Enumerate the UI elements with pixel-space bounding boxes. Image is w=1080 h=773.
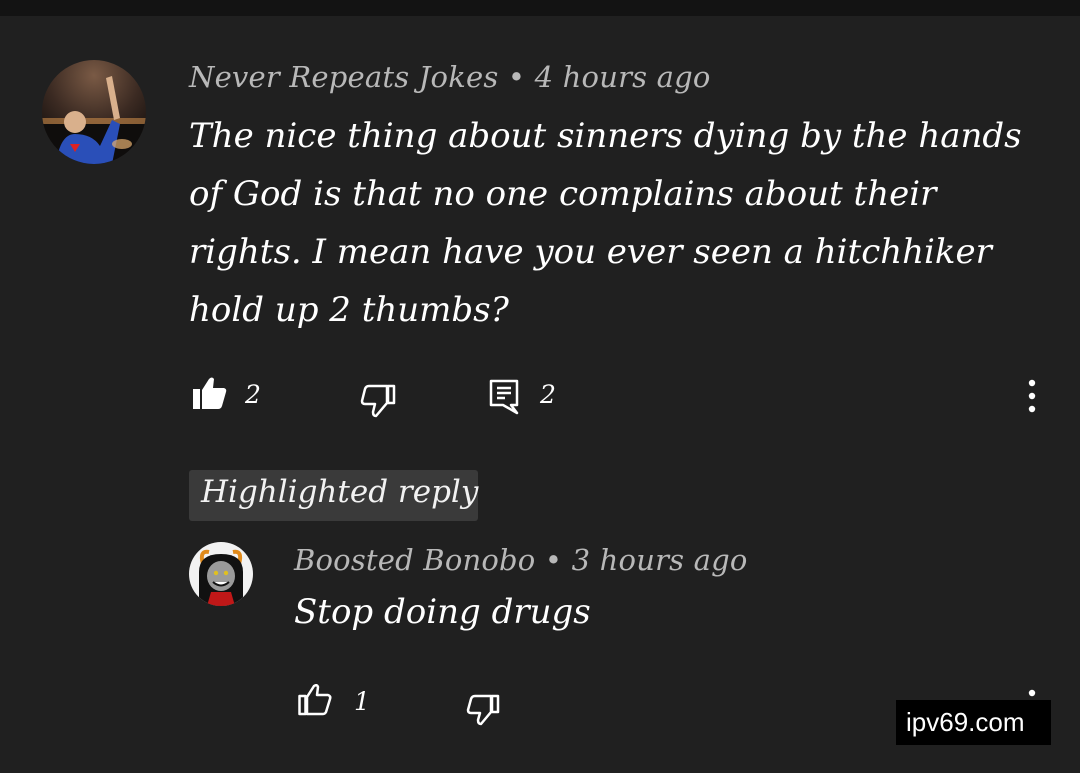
thumbs-up-filled-icon[interactable] xyxy=(192,376,228,410)
more-vertical-icon[interactable] xyxy=(1026,378,1038,414)
thumbs-down-icon[interactable] xyxy=(360,384,396,418)
comment-timestamp[interactable]: 4 hours ago xyxy=(535,60,711,94)
reply-avatar[interactable] xyxy=(189,542,253,606)
thumbs-up-outline-icon[interactable] xyxy=(298,684,332,716)
reply-meta: Boosted Bonobo • 3 hours ago xyxy=(294,543,748,577)
highlighted-reply-badge: Highlighted reply xyxy=(189,470,478,521)
meta-separator: • xyxy=(544,543,563,577)
comment-reply-count: 2 xyxy=(540,380,556,409)
reply-author[interactable]: Boosted Bonobo xyxy=(294,543,535,577)
comment-body: The nice thing about sinners dying by th… xyxy=(189,116,1022,330)
meta-separator: • xyxy=(507,60,526,94)
status-bar xyxy=(0,0,1080,16)
comment-author[interactable]: Never Repeats Jokes xyxy=(189,60,498,94)
watermark-text: ipv69.com xyxy=(906,707,1025,737)
highlighted-reply-label: Highlighted reply xyxy=(201,474,479,510)
reply-timestamp[interactable]: 3 hours ago xyxy=(572,543,748,577)
thumbs-down-icon[interactable] xyxy=(466,694,500,726)
comment-icon[interactable] xyxy=(489,379,519,415)
comment-like-count: 2 xyxy=(245,380,261,409)
comment-meta: Never Repeats Jokes • 4 hours ago xyxy=(189,60,711,94)
commenter-avatar[interactable] xyxy=(42,60,146,164)
reply-body: Stop doing drugs xyxy=(294,592,591,632)
watermark: ipv69.com xyxy=(896,700,1051,745)
reply-like-count: 1 xyxy=(354,687,370,716)
